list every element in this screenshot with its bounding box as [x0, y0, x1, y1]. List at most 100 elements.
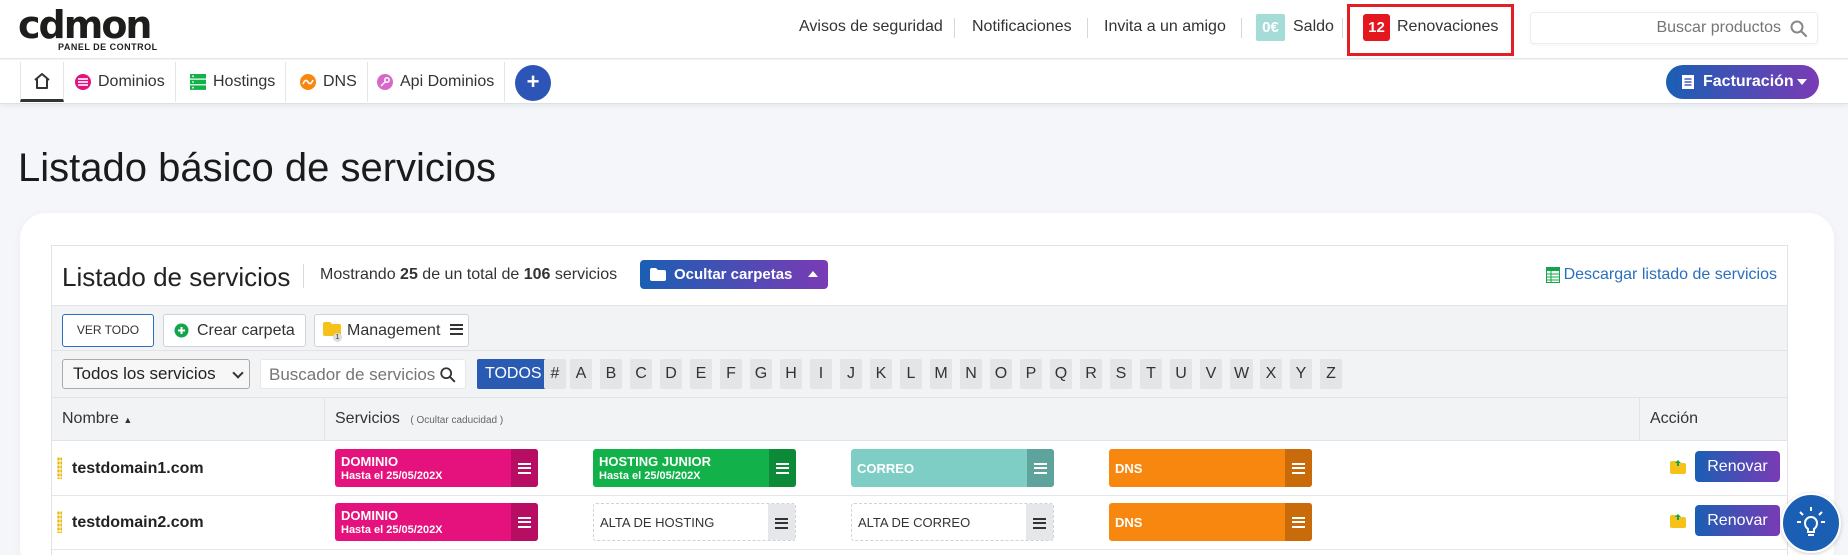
nav-dominios[interactable]: Dominios: [64, 62, 176, 102]
nav-hostings[interactable]: Hostings: [179, 62, 287, 102]
logo-word: cdmon: [18, 3, 152, 47]
service-menu-button[interactable]: [511, 449, 538, 487]
ver-todo-button[interactable]: VER TODO: [62, 314, 154, 347]
notificaciones-link[interactable]: Notificaciones: [972, 18, 1072, 36]
move-to-folder-icon[interactable]: [1670, 514, 1686, 528]
service-chip[interactable]: HOSTING JUNIOR Hasta el 25/05/202X: [593, 449, 796, 487]
service-search-input[interactable]: [269, 365, 439, 385]
move-to-folder-icon[interactable]: [1670, 460, 1686, 474]
letter-filter-j[interactable]: J: [840, 359, 862, 389]
invita-amigo-link[interactable]: Invita a un amigo: [1104, 18, 1226, 36]
service-chip[interactable]: DNS: [1109, 449, 1312, 487]
service-menu-button[interactable]: [769, 449, 796, 487]
drag-handle-icon[interactable]: [57, 457, 62, 479]
service-chip[interactable]: DOMINIO Hasta el 25/05/202X: [335, 449, 538, 487]
letter-filter-b[interactable]: B: [600, 359, 622, 389]
letter-filter-i[interactable]: I: [810, 359, 832, 389]
search-icon[interactable]: [1789, 19, 1809, 39]
letter-filter-h[interactable]: H: [780, 359, 802, 389]
letter-filter-p[interactable]: P: [1020, 359, 1042, 389]
service-menu-button[interactable]: [1027, 449, 1054, 487]
renovaciones-link[interactable]: Renovaciones: [1397, 18, 1498, 36]
nav-home[interactable]: [20, 62, 64, 102]
letter-filter-l[interactable]: L: [900, 359, 922, 389]
col-nombre[interactable]: Nombre ▲: [62, 410, 132, 428]
letter-filter-c[interactable]: C: [630, 359, 652, 389]
letter-filter-u[interactable]: U: [1170, 359, 1192, 389]
divider: [1241, 18, 1242, 38]
domain-name[interactable]: testdomain1.com: [72, 460, 204, 478]
renovar-button[interactable]: Renovar: [1695, 505, 1780, 536]
service-menu-button[interactable]: [1285, 503, 1312, 541]
menu-icon: [518, 516, 531, 528]
service-search[interactable]: [260, 359, 466, 389]
letter-filter-z[interactable]: Z: [1320, 359, 1342, 389]
service-type-select[interactable]: Todos los servicios: [62, 359, 250, 389]
letter-filter-o[interactable]: O: [990, 359, 1012, 389]
add-service-button[interactable]: +: [515, 65, 551, 101]
service-menu-button[interactable]: [768, 504, 795, 540]
api-icon: [377, 74, 393, 90]
service-chip[interactable]: DNS: [1109, 503, 1312, 541]
invoice-icon: [1682, 75, 1694, 89]
letter-filter-hash[interactable]: #: [544, 359, 566, 389]
renovaciones-count-badge[interactable]: 12: [1363, 14, 1390, 41]
product-search[interactable]: [1530, 12, 1818, 44]
letter-filter-g[interactable]: G: [750, 359, 772, 389]
letter-filter-todos[interactable]: TODOS: [477, 359, 550, 389]
service-chip[interactable]: DOMINIO Hasta el 25/05/202X: [335, 503, 538, 541]
folder-toolbar: VER TODO Crear carpeta 1 Management: [52, 306, 1787, 351]
service-menu-button[interactable]: [511, 503, 538, 541]
ocultar-carpetas-button[interactable]: Ocultar carpetas: [640, 260, 828, 289]
letter-filter-t[interactable]: T: [1140, 359, 1162, 389]
letter-filter-e[interactable]: E: [690, 359, 712, 389]
dominios-icon: [75, 74, 91, 90]
home-icon: [34, 72, 50, 89]
page-title: Listado básico de servicios: [18, 146, 497, 190]
nav-api-dominios[interactable]: Api Dominios: [366, 62, 506, 102]
descargar-listado-link[interactable]: Descargar listado de servicios: [1545, 266, 1777, 284]
saldo-link[interactable]: Saldo: [1293, 18, 1334, 36]
facturacion-dropdown[interactable]: Facturación: [1666, 65, 1819, 99]
service-chip[interactable]: CORREO: [851, 449, 1054, 487]
ocultar-caducidad-toggle[interactable]: ( Ocultar caducidad ): [410, 415, 503, 426]
crear-carpeta-button[interactable]: Crear carpeta: [163, 314, 306, 347]
letter-filter-q[interactable]: Q: [1050, 359, 1072, 389]
search-icon[interactable]: [439, 366, 457, 384]
service-menu-button[interactable]: [1026, 504, 1053, 540]
letter-filter-v[interactable]: V: [1200, 359, 1222, 389]
divider: [303, 264, 304, 288]
renovar-button[interactable]: Renovar: [1695, 451, 1780, 482]
menu-icon: [776, 462, 789, 474]
letter-filter-a[interactable]: A: [570, 359, 592, 389]
service-expiry: Hasta el 25/05/202X: [341, 524, 443, 536]
service-chip[interactable]: ALTA DE CORREO: [851, 503, 1054, 541]
product-search-input[interactable]: [1541, 19, 1781, 37]
service-menu-button[interactable]: [1285, 449, 1312, 487]
letter-filter-m[interactable]: M: [930, 359, 952, 389]
letter-filter-w[interactable]: W: [1230, 359, 1254, 389]
nav-dns[interactable]: DNS: [289, 62, 368, 102]
cdmon-logo[interactable]: cdmon PANEL DE CONTROL: [18, 6, 168, 54]
letter-filter-x[interactable]: X: [1260, 359, 1282, 389]
letter-filter-y[interactable]: Y: [1290, 359, 1312, 389]
service-expiry: Hasta el 25/05/202X: [341, 470, 443, 482]
crear-carpeta-label: Crear carpeta: [197, 321, 295, 339]
letter-filter-r[interactable]: R: [1080, 359, 1102, 389]
avisos-seguridad-link[interactable]: Avisos de seguridad: [799, 18, 943, 36]
domain-name[interactable]: testdomain2.com: [72, 514, 204, 532]
service-chip[interactable]: ALTA DE HOSTING: [593, 503, 796, 541]
letter-filter-k[interactable]: K: [870, 359, 892, 389]
saldo-amount-badge[interactable]: 0€: [1256, 14, 1285, 41]
sort-asc-icon: ▲: [123, 415, 133, 425]
spreadsheet-icon: [1545, 267, 1560, 283]
letter-filter-f[interactable]: F: [720, 359, 742, 389]
drag-handle-icon[interactable]: [57, 511, 62, 533]
help-button[interactable]: [1781, 493, 1841, 553]
letter-filter-n[interactable]: N: [960, 359, 982, 389]
menu-icon: [1033, 517, 1046, 529]
folder-management[interactable]: 1 Management: [314, 314, 469, 347]
letter-filter-d[interactable]: D: [660, 359, 682, 389]
letter-filter-s[interactable]: S: [1110, 359, 1132, 389]
menu-icon[interactable]: [450, 322, 464, 340]
